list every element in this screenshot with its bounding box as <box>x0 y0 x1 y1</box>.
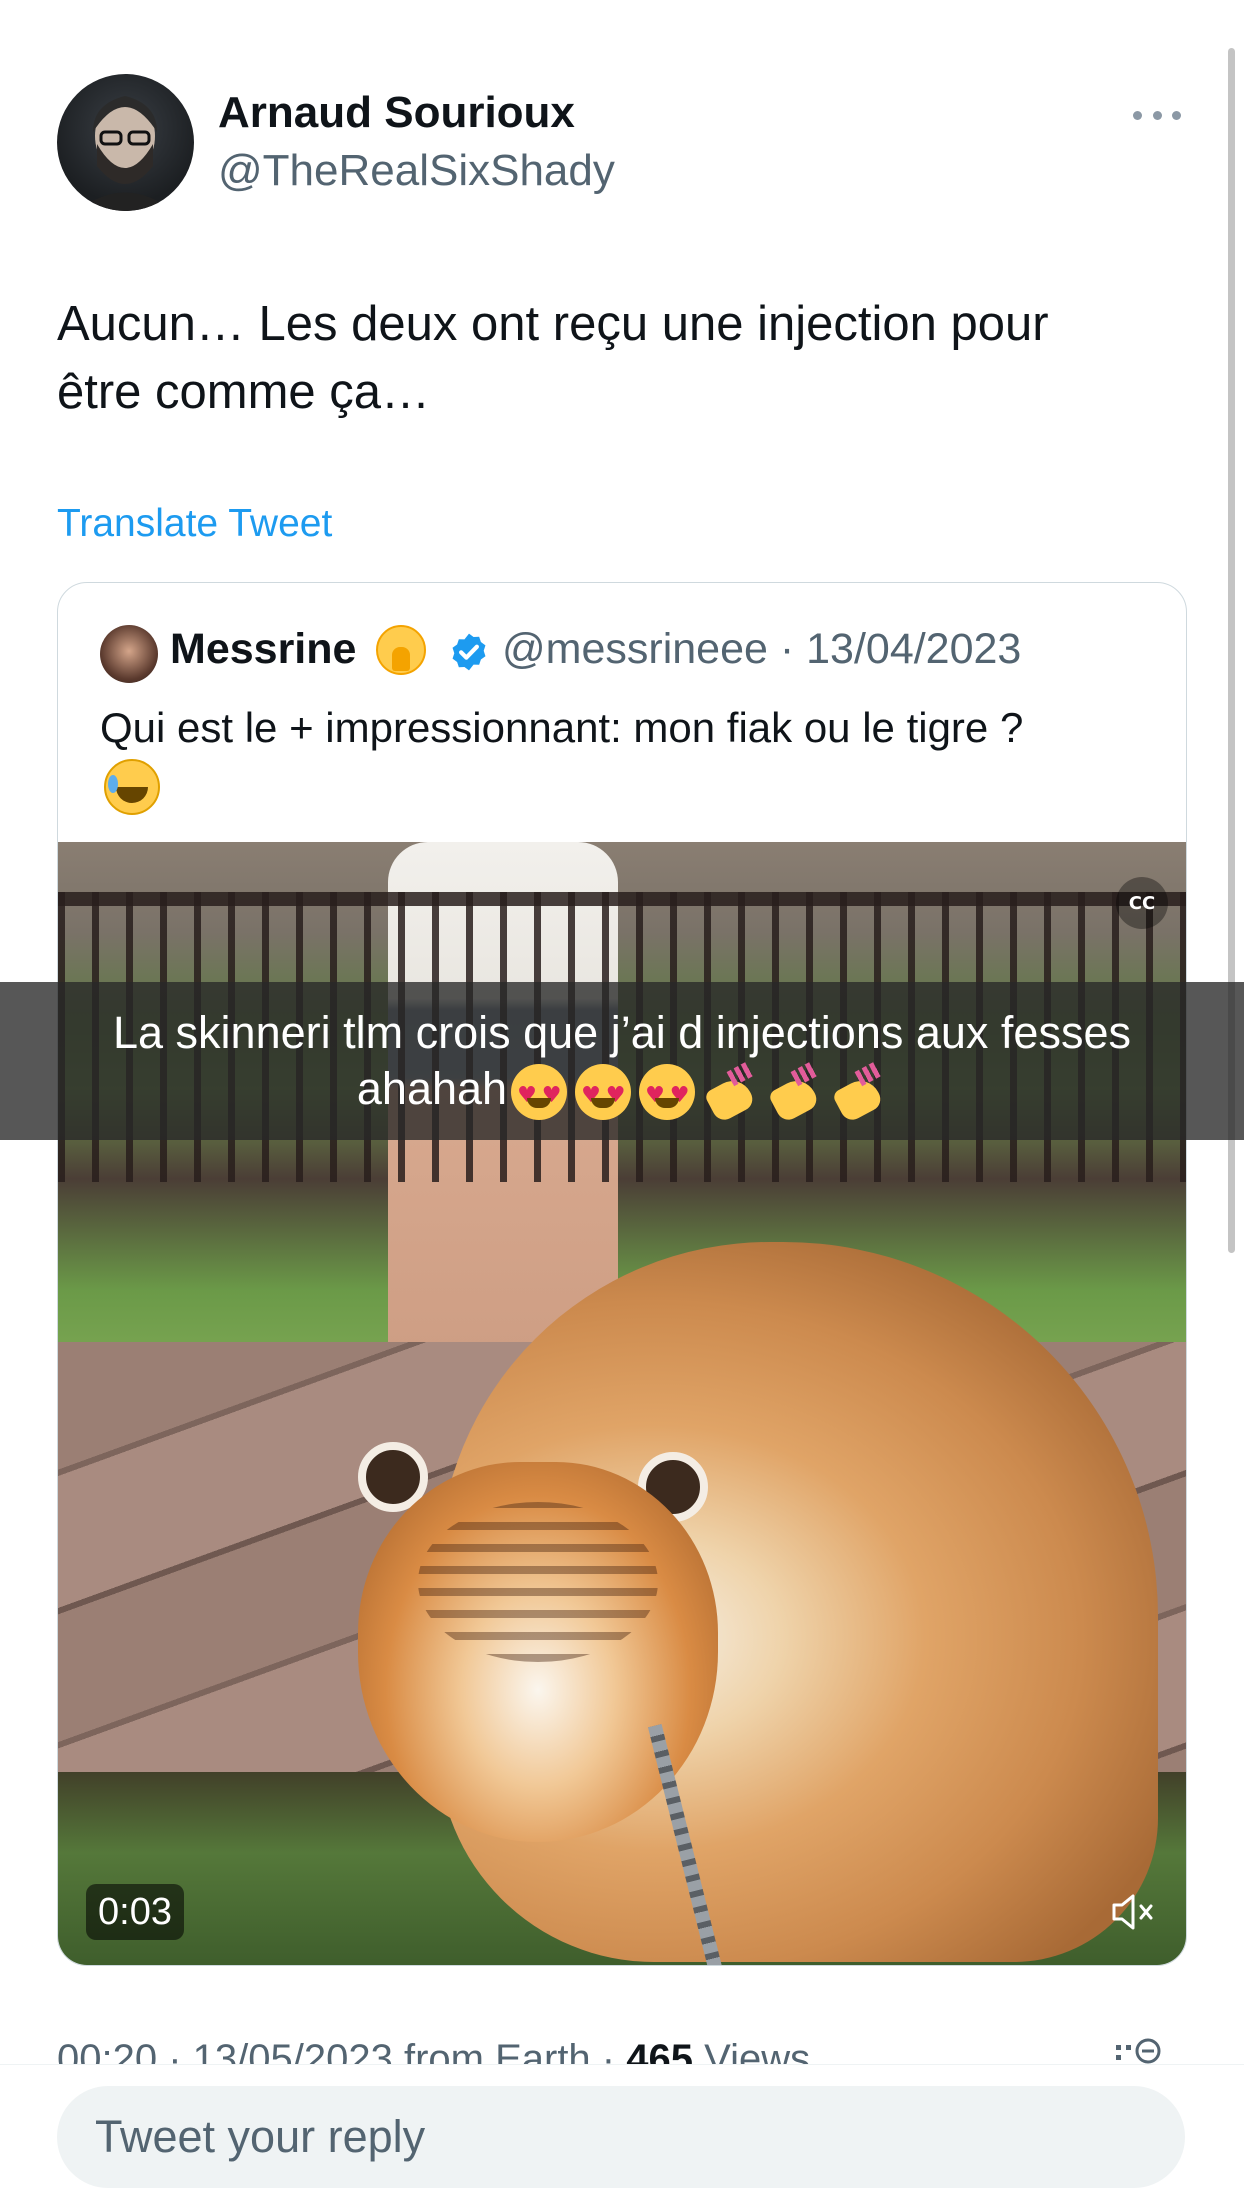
closed-captions-icon[interactable]: CC <box>1116 877 1168 929</box>
quoted-handle-date: @messrineee · 13/04/2023 <box>502 625 1022 673</box>
nail-polish-emoji-icon <box>767 1064 823 1120</box>
avatar-portrait <box>77 96 173 211</box>
tiger-stripes <box>418 1502 658 1662</box>
quoted-author-name: Messrine <box>170 625 357 673</box>
tears-of-joy-emoji-icon <box>104 759 160 815</box>
shushing-face-emoji-icon <box>376 625 426 675</box>
heart-eyes-emoji-icon <box>511 1064 568 1124</box>
views-label: Views <box>704 2037 811 2064</box>
reply-input[interactable] <box>57 2086 1185 2188</box>
tweet-text: Aucun… Les deux ont reçu une injection p… <box>57 297 1049 419</box>
heart-eyes-emoji-icon <box>575 1064 632 1124</box>
quoted-tweet-text: Qui est le + impressionnant: mon fiak ou… <box>100 704 1024 751</box>
more-options-icon[interactable] <box>1133 98 1181 132</box>
nail-polish-emoji-icon <box>831 1064 887 1120</box>
heart-eyes-emoji-icon <box>639 1064 696 1124</box>
nail-polish-emoji-icon <box>703 1064 759 1120</box>
author-name[interactable]: Arnaud Sourioux <box>218 88 575 138</box>
translate-tweet-link[interactable]: Translate Tweet <box>57 502 332 546</box>
caption-line-1: La skinneri tlm crois que j’ai d injecti… <box>113 1007 1131 1058</box>
caption-line-2-wrap: ahahah <box>0 1061 1244 1124</box>
caption-line-2: ahahah <box>356 1063 508 1114</box>
views-count: 465 <box>626 2037 693 2064</box>
tweet-time-date: 00:20 · 13/05/2023 from Earth · <box>57 2037 616 2064</box>
tweet-meta: 00:20 · 13/05/2023 from Earth · 465 View… <box>57 2030 1177 2064</box>
author-handle[interactable]: @TheRealSixShady <box>218 146 615 196</box>
author-avatar[interactable] <box>57 74 194 211</box>
quoted-author-avatar <box>100 625 158 683</box>
caption-overlay: La skinneri tlm crois que j’ai d injecti… <box>0 982 1244 1140</box>
verified-badge-icon <box>452 633 486 671</box>
video-duration: 0:03 <box>86 1884 184 1940</box>
muted-speaker-icon[interactable] <box>1108 1890 1158 1934</box>
caption-emoji-row <box>511 1064 887 1124</box>
quoted-tweet-card[interactable]: Messrine @messrineee · 13/04/2023 Qui es… <box>57 582 1187 1966</box>
